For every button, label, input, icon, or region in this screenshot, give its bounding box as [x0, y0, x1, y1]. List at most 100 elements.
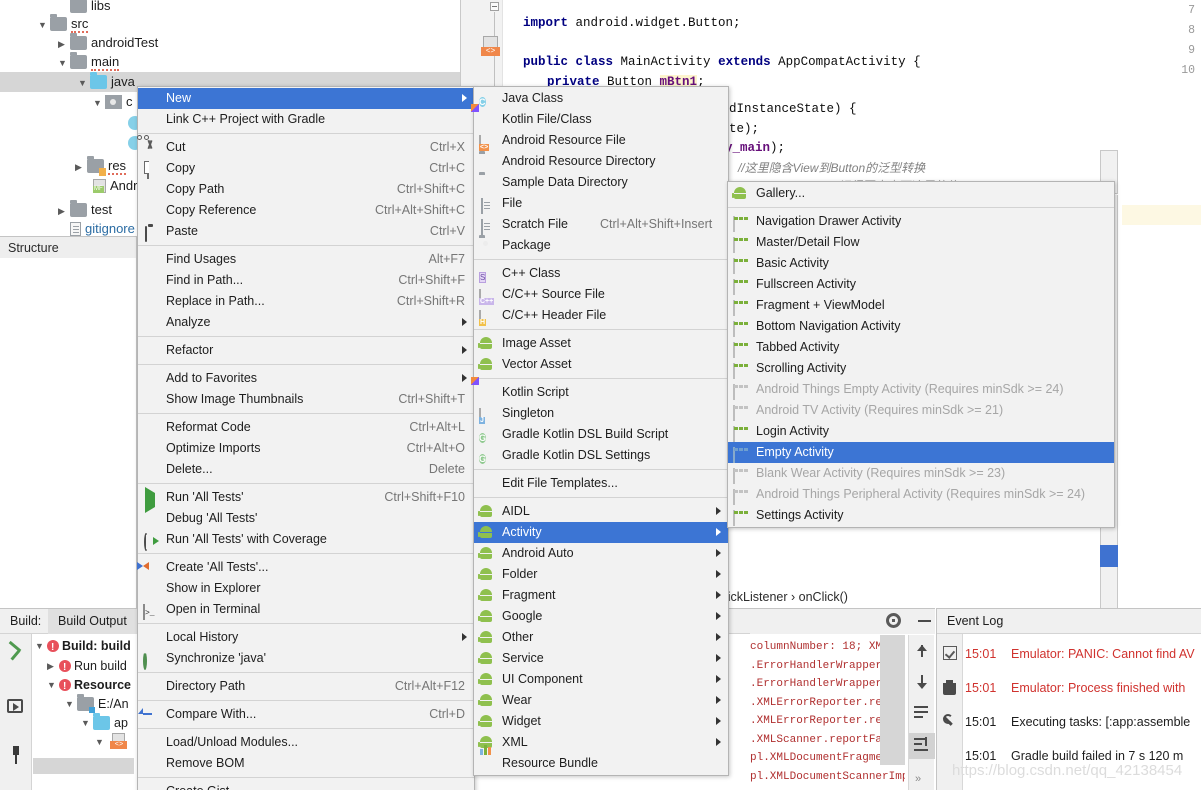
expand-triangle[interactable]: ▼ — [81, 714, 93, 733]
scroll-to-end-icon[interactable] — [914, 737, 930, 753]
build-tree-row[interactable]: ▼ Build: build — [35, 637, 131, 657]
expand-triangle[interactable]: ▼ — [78, 73, 90, 93]
menu-item-service[interactable]: Service — [474, 648, 728, 669]
build-output-tree[interactable]: ▼ Build: build ▶ Run build ▼ Resource ▼ E:/A… — [33, 635, 134, 765]
menu-item-copy[interactable]: Copy Ctrl+C — [138, 158, 474, 179]
event-log-entry[interactable]: 15:01 Executing tasks: [:app:assemble — [965, 705, 1190, 739]
menu-item-navigation-drawer-activity[interactable]: Navigation Drawer Activity — [728, 211, 1114, 232]
menu-item-find-in-path[interactable]: Find in Path... Ctrl+Shift+F — [138, 270, 474, 291]
menu-item-synchronize[interactable]: Synchronize 'java' — [138, 648, 474, 670]
output-scroll-region[interactable] — [880, 635, 905, 765]
menu-item-master-detail-flow[interactable]: Master/Detail Flow — [728, 232, 1114, 253]
menu-item-vector-asset[interactable]: Vector Asset — [474, 354, 728, 375]
menu-item-cpp-class[interactable]: S C++ Class — [474, 263, 728, 284]
context-menu[interactable]: New Link C++ Project with Gradle Cut Ctr… — [137, 86, 475, 790]
menu-item-singleton[interactable]: J Singleton — [474, 403, 728, 424]
menu-item-load-unload-modules[interactable]: Load/Unload Modules... — [138, 732, 474, 753]
structure-tab[interactable]: Structure — [0, 236, 137, 258]
event-log-entry[interactable]: 15:01 Emulator: PANIC: Cannot find AV — [965, 637, 1195, 671]
menu-item-gallery[interactable]: Gallery... — [728, 183, 1114, 204]
tree-item-main[interactable]: ▼ main — [58, 52, 120, 72]
tab-build-output[interactable]: Build Output — [48, 609, 137, 634]
menu-item-tabbed-activity[interactable]: Tabbed Activity — [728, 337, 1114, 358]
menu-item-remove-bom[interactable]: Remove BOM — [138, 753, 474, 774]
expand-triangle[interactable]: ▶ — [47, 657, 59, 676]
menu-item-find-usages[interactable]: Find Usages Alt+F7 — [138, 249, 474, 270]
menu-item-android-resource-directory[interactable]: Android Resource Directory — [474, 151, 728, 172]
event-log-title[interactable]: Event Log — [937, 609, 1201, 634]
soft-wrap-icon[interactable] — [914, 705, 930, 719]
menu-item-java-class[interactable]: C Java Class — [474, 88, 728, 109]
menu-item-edit-file-templates[interactable]: Edit File Templates... — [474, 473, 728, 494]
menu-item-android-resource-file[interactable]: <> Android Resource File — [474, 130, 728, 151]
editor-scrollbar-thumb[interactable] — [1100, 545, 1118, 567]
menu-item-show-image-thumbnails[interactable]: Show Image Thumbnails Ctrl+Shift+T — [138, 389, 474, 410]
build-tree-row[interactable]: ▼ ap — [81, 713, 128, 733]
event-log-entry[interactable]: 15:01 Emulator: Process finished with — [965, 671, 1185, 705]
menu-item-file[interactable]: File — [474, 193, 728, 214]
tree-item-test[interactable]: ▶ test — [58, 200, 112, 220]
build-tree-row[interactable]: ▼ Resource — [47, 676, 131, 696]
menu-item-debug-all-tests[interactable]: Debug 'All Tests' — [138, 508, 474, 529]
menu-item-fragment-viewmodel[interactable]: Fragment + ViewModel — [728, 295, 1114, 316]
menu-item-analyze[interactable]: Analyze — [138, 312, 474, 333]
tree-item-res[interactable]: ▶ res — [75, 156, 127, 177]
menu-item-resource-bundle[interactable]: Resource Bundle — [474, 745, 728, 774]
tree-item-src[interactable]: ▼ src — [38, 14, 89, 34]
menu-item-login-activity[interactable]: Login Activity — [728, 421, 1114, 442]
menu-item-scrolling-activity[interactable]: Scrolling Activity — [728, 358, 1114, 379]
expand-triangle[interactable]: ▼ — [65, 695, 77, 714]
breadcrumb[interactable]: lickListener › onClick() — [725, 590, 935, 608]
arrow-down-icon[interactable] — [915, 673, 929, 689]
menu-item-open-in-terminal[interactable]: Open in Terminal — [138, 599, 474, 620]
menu-item-create-all-tests[interactable]: Create 'All Tests'... — [138, 557, 474, 578]
expand-triangle[interactable]: ▶ — [75, 157, 87, 177]
wrench-icon[interactable] — [943, 714, 958, 729]
build-tree-row[interactable]: ▼ E:/An — [65, 694, 129, 714]
menu-item-ui-component[interactable]: UI Component — [474, 669, 728, 690]
menu-item-folder[interactable]: Folder — [474, 564, 728, 585]
expand-triangle[interactable]: ▼ — [93, 93, 105, 113]
menu-item-widget[interactable]: Widget — [474, 711, 728, 732]
menu-item-run-with-coverage[interactable]: Run 'All Tests' with Coverage — [138, 529, 474, 551]
expand-triangle[interactable]: ▼ — [35, 637, 47, 656]
menu-item-new[interactable]: New — [138, 88, 474, 109]
menu-item-google[interactable]: Google — [474, 606, 728, 627]
tree-item-androidtest[interactable]: ▶ androidTest — [58, 33, 158, 53]
expand-triangle[interactable]: ▼ — [47, 676, 59, 695]
menu-item-cpp-header-file[interactable]: H C/C++ Header File — [474, 305, 728, 326]
menu-item-kotlin-script[interactable]: Kotlin Script — [474, 382, 728, 403]
menu-item-wear[interactable]: Wear — [474, 690, 728, 711]
menu-item-reformat-code[interactable]: Reformat Code Ctrl+Alt+L — [138, 417, 474, 438]
menu-item-run-all-tests[interactable]: Run 'All Tests' Ctrl+Shift+F10 — [138, 487, 474, 513]
menu-item-create-gist[interactable]: Create Gist... — [138, 781, 474, 790]
menu-item-copy-reference[interactable]: Copy Reference Ctrl+Alt+Shift+C — [138, 200, 474, 221]
tree-item-package[interactable]: ▼ c — [93, 92, 133, 112]
menu-item-link-cpp[interactable]: Link C++ Project with Gradle — [138, 109, 474, 130]
build-tree-selected-row[interactable] — [33, 758, 134, 774]
menu-item-paste[interactable]: Paste Ctrl+V — [138, 221, 474, 242]
activity-submenu[interactable]: Gallery... Navigation Drawer Activity Ma… — [727, 181, 1115, 528]
menu-item-show-in-explorer[interactable]: Show in Explorer — [138, 578, 474, 599]
menu-item-optimize-imports[interactable]: Optimize Imports Ctrl+Alt+O — [138, 438, 474, 459]
menu-item-android-auto[interactable]: Android Auto — [474, 543, 728, 564]
build-hammer-icon[interactable] — [6, 642, 26, 662]
menu-item-gradle-kotlin-dsl-build-script[interactable]: G Gradle Kotlin DSL Build Script — [474, 424, 728, 445]
menu-item-empty-activity[interactable]: Empty Activity — [728, 442, 1114, 463]
build-tree-row[interactable]: ▶ Run build — [47, 657, 127, 677]
build-tree-row[interactable]: ▼ <> — [95, 733, 130, 752]
menu-item-scratch-file[interactable]: Scratch File Ctrl+Alt+Shift+Insert — [474, 214, 728, 235]
menu-item-basic-activity[interactable]: Basic Activity — [728, 253, 1114, 274]
arrow-up-icon[interactable] — [915, 643, 929, 659]
menu-item-sample-data-directory[interactable]: Sample Data Directory — [474, 172, 728, 193]
menu-item-aidl[interactable]: AIDL — [474, 501, 728, 522]
menu-item-image-asset[interactable]: Image Asset — [474, 333, 728, 354]
menu-item-cut[interactable]: Cut Ctrl+X — [137, 135, 474, 158]
menu-item-fragment[interactable]: Fragment — [474, 585, 728, 606]
menu-item-copy-path[interactable]: Copy Path Ctrl+Shift+C — [138, 179, 474, 200]
menu-item-bottom-navigation-activity[interactable]: Bottom Navigation Activity — [728, 316, 1114, 337]
expand-more-icon[interactable]: » — [915, 773, 921, 785]
menu-item-kotlin-file-class[interactable]: Kotlin File/Class — [474, 109, 728, 130]
menu-item-cpp-source-file[interactable]: C++ C/C++ Source File — [474, 284, 728, 305]
menu-item-delete[interactable]: Delete... Delete — [138, 459, 474, 480]
